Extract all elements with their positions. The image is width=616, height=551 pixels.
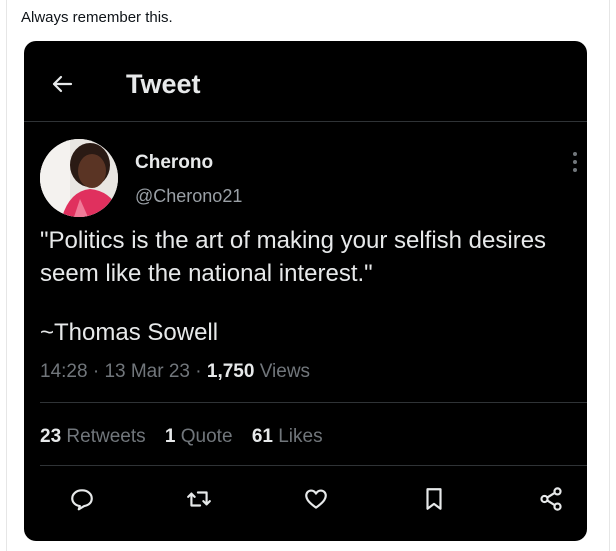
- post-caption: Always remember this.: [21, 9, 173, 26]
- separator: ·: [87, 361, 105, 382]
- retweets-label: Retweets: [66, 426, 146, 447]
- like-icon[interactable]: [303, 486, 329, 512]
- views-count: 1,750: [206, 361, 255, 382]
- quotes-count: 1: [164, 426, 176, 447]
- quote-attribution: ~Thomas Sowell: [40, 319, 219, 346]
- arrow-left-icon[interactable]: [50, 72, 74, 96]
- engagement-stats: 23 Retweets 1 Quote 61 Likes: [40, 426, 337, 448]
- profile-photo: [40, 139, 118, 217]
- share-icon[interactable]: [538, 486, 564, 512]
- tweet-date[interactable]: 13 Mar 23: [104, 361, 190, 382]
- retweets-count: 23: [40, 426, 62, 447]
- bookmark-icon[interactable]: [421, 486, 447, 512]
- action-bar: [24, 486, 587, 516]
- tweet-screenshot-card: Tweet Cherono @Cherono21 "Politics is th…: [24, 41, 587, 541]
- tweet-text: "Politics is the art of making your self…: [40, 224, 580, 290]
- tweet-time[interactable]: 14:28: [40, 361, 88, 382]
- divider: [40, 465, 587, 466]
- quotes-stat[interactable]: 1 Quote: [165, 426, 233, 447]
- tweet-meta: 14:28 · 13 Mar 23 · 1,750 Views: [40, 361, 310, 383]
- avatar[interactable]: [40, 139, 118, 217]
- likes-count: 61: [251, 426, 273, 447]
- quotes-label: Quote: [180, 426, 233, 447]
- divider: [40, 402, 587, 403]
- user-handle[interactable]: @Cherono21: [135, 186, 242, 207]
- likes-label: Likes: [278, 426, 323, 447]
- page-title: Tweet: [126, 69, 201, 99]
- separator: ·: [189, 361, 207, 382]
- tweet-text-line: seem like the national interest.": [40, 260, 373, 287]
- reply-icon[interactable]: [69, 486, 95, 512]
- retweet-icon[interactable]: [186, 486, 212, 512]
- retweets-stat[interactable]: 23 Retweets: [40, 426, 146, 447]
- more-options-icon[interactable]: [571, 151, 579, 173]
- likes-stat[interactable]: 61 Likes: [252, 426, 323, 447]
- views-label: Views: [254, 361, 311, 382]
- display-name[interactable]: Cherono: [135, 152, 213, 174]
- tweet-header: Tweet: [24, 41, 587, 122]
- tweet-text-line: "Politics is the art of making your self…: [40, 227, 547, 254]
